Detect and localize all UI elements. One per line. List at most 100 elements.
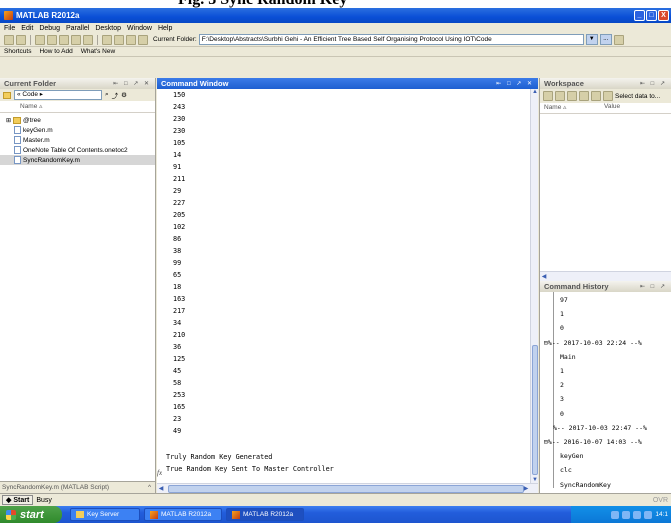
history-entry[interactable]: Main bbox=[560, 352, 576, 362]
simulink-icon[interactable] bbox=[102, 34, 112, 45]
history-session-marker[interactable]: %-- 2017-10-03 22:47 --% bbox=[553, 423, 647, 433]
menu-window[interactable]: Window bbox=[127, 25, 152, 32]
volume-icon[interactable] bbox=[633, 510, 642, 519]
update-icon[interactable] bbox=[644, 510, 653, 519]
output-line: 18 bbox=[173, 283, 182, 291]
taskbar-item-label: Key Server bbox=[87, 511, 120, 518]
open-variable-icon[interactable] bbox=[555, 91, 565, 101]
folder-path-input[interactable]: « Code ▸ bbox=[14, 90, 102, 100]
maximize-button[interactable]: □ bbox=[646, 10, 657, 21]
expand-icon[interactable]: ⊞ bbox=[6, 117, 11, 124]
save-icon[interactable] bbox=[567, 91, 577, 101]
folder-up-icon[interactable]: ⤴ bbox=[112, 90, 119, 100]
menu-help[interactable]: Help bbox=[158, 25, 172, 32]
plot-icon[interactable] bbox=[603, 91, 613, 101]
search-icon[interactable]: ⌕ bbox=[105, 91, 109, 99]
details-bar[interactable]: SyncRandomKey.m (MATLAB Script) ^ bbox=[0, 481, 155, 493]
delete-icon[interactable] bbox=[591, 91, 601, 101]
list-item[interactable]: OneNote Table Of Contents.onetoc2 bbox=[0, 145, 155, 155]
panel-controls[interactable]: ⇤ □ ↗ ✕ bbox=[496, 80, 534, 87]
up-folder-icon[interactable] bbox=[613, 34, 624, 45]
menu-file[interactable]: File bbox=[4, 25, 15, 32]
history-entry[interactable]: 0 bbox=[560, 323, 564, 333]
list-item-label: Master.m bbox=[23, 136, 50, 144]
scroll-right-icon[interactable]: ▶ bbox=[522, 485, 530, 492]
taskbar-item-active[interactable]: MATLAB R2012a bbox=[226, 508, 304, 521]
column-header-value[interactable]: Value bbox=[600, 103, 620, 113]
scroll-thumb[interactable] bbox=[532, 345, 538, 475]
vertical-scrollbar[interactable]: ▲ ▼ bbox=[530, 89, 538, 483]
guide-icon[interactable] bbox=[114, 34, 124, 45]
scroll-thumb[interactable] bbox=[168, 485, 524, 493]
menu-desktop[interactable]: Desktop bbox=[95, 25, 121, 32]
new-variable-icon[interactable] bbox=[543, 91, 553, 101]
workspace-columns: Name ▵ Value bbox=[540, 103, 671, 114]
title-bar: MATLAB R2012a _ □ X bbox=[0, 8, 671, 23]
scroll-left-icon[interactable]: ◀ bbox=[540, 273, 548, 280]
scroll-left-icon[interactable]: ◀ bbox=[157, 485, 165, 492]
network-icon[interactable] bbox=[611, 510, 620, 519]
menu-debug[interactable]: Debug bbox=[39, 25, 60, 32]
cut-icon[interactable] bbox=[35, 34, 45, 45]
menu-bar: File Edit Debug Parallel Desktop Window … bbox=[0, 23, 671, 33]
shortcuts-label[interactable]: Shortcuts bbox=[4, 48, 31, 55]
select-data-dropdown[interactable]: Select data to... bbox=[615, 93, 660, 100]
minimize-button[interactable]: _ bbox=[634, 10, 645, 21]
column-header-name[interactable]: Name ▵ bbox=[0, 101, 155, 113]
copy-icon[interactable] bbox=[47, 34, 57, 45]
column-header-name[interactable]: Name ▵ bbox=[540, 103, 600, 113]
matlab-start-button[interactable]: ◆ Start bbox=[2, 495, 34, 505]
list-item[interactable]: Master.m bbox=[0, 135, 155, 145]
panel-controls[interactable]: ⇤ □ ↗ ✕ bbox=[113, 80, 151, 87]
close-button[interactable]: X bbox=[658, 10, 669, 21]
redo-icon[interactable] bbox=[83, 34, 93, 45]
panel-controls[interactable]: ⇤ □ ↗ bbox=[640, 283, 667, 290]
browse-folder-button[interactable]: ... bbox=[599, 34, 612, 45]
current-folder-input[interactable]: F:\Desktop\Abstracts\Surbhi Gehi - An Ef… bbox=[198, 34, 584, 45]
output-line: 65 bbox=[173, 271, 182, 279]
history-entry[interactable]: 1 bbox=[560, 309, 564, 319]
menu-parallel[interactable]: Parallel bbox=[66, 25, 89, 32]
history-entry[interactable]: 97 bbox=[560, 295, 568, 305]
scroll-up-icon[interactable]: ▲ bbox=[531, 89, 539, 95]
history-entry[interactable]: 2 bbox=[560, 380, 564, 390]
output-line: 125 bbox=[173, 355, 186, 363]
security-icon[interactable] bbox=[622, 510, 631, 519]
gear-icon[interactable]: ⚙ bbox=[121, 91, 127, 99]
workspace-toolbar: Select data to... bbox=[540, 89, 671, 103]
paste-icon[interactable] bbox=[59, 34, 69, 45]
history-session-marker[interactable]: ⊟%-- 2016-10-07 14:03 --% bbox=[544, 437, 642, 447]
chevron-down-icon[interactable]: ▼ bbox=[585, 34, 598, 45]
status-text: Busy bbox=[36, 496, 52, 504]
list-item[interactable]: ⊞ @tree bbox=[0, 115, 155, 125]
list-item[interactable]: keyGen.m bbox=[0, 125, 155, 135]
history-entry[interactable]: 1 bbox=[560, 366, 564, 376]
whats-new-link[interactable]: What's New bbox=[81, 48, 115, 55]
m-file-icon bbox=[14, 156, 21, 164]
open-file-icon[interactable] bbox=[16, 34, 26, 45]
undo-icon[interactable] bbox=[71, 34, 81, 45]
history-entry[interactable]: SyncRandomKey bbox=[560, 480, 611, 490]
new-file-icon[interactable] bbox=[4, 34, 14, 45]
matlab-start-label: Start bbox=[13, 496, 30, 504]
output-line: 230 bbox=[173, 127, 186, 135]
taskbar-item[interactable]: MATLAB R2012a bbox=[144, 508, 222, 521]
menu-edit[interactable]: Edit bbox=[21, 25, 33, 32]
history-session-marker[interactable]: ⊟%-- 2017-10-03 22:24 --% bbox=[544, 338, 642, 348]
taskbar-item[interactable]: Key Server bbox=[70, 508, 140, 521]
profiler-icon[interactable] bbox=[126, 34, 136, 45]
print-icon[interactable] bbox=[579, 91, 589, 101]
panel-controls[interactable]: ⇤ □ ↗ bbox=[640, 80, 667, 87]
how-to-add-link[interactable]: How to Add bbox=[39, 48, 72, 55]
history-entry[interactable]: clc bbox=[560, 465, 572, 475]
help-icon[interactable] bbox=[138, 34, 148, 45]
command-window-output[interactable]: Truly Random Key Generated True Random K… bbox=[157, 89, 531, 483]
output-line: 165 bbox=[173, 403, 186, 411]
history-entry[interactable]: 0 bbox=[560, 409, 564, 419]
history-entry[interactable]: keyGen bbox=[560, 451, 583, 461]
horizontal-scrollbar[interactable]: ◀ bbox=[540, 271, 671, 281]
list-item-selected[interactable]: SyncRandomKey.m bbox=[0, 155, 155, 165]
horizontal-scrollbar[interactable]: ◀ ▶ bbox=[157, 483, 538, 493]
start-button[interactable]: start bbox=[0, 506, 62, 523]
history-entry[interactable]: 3 bbox=[560, 394, 564, 404]
